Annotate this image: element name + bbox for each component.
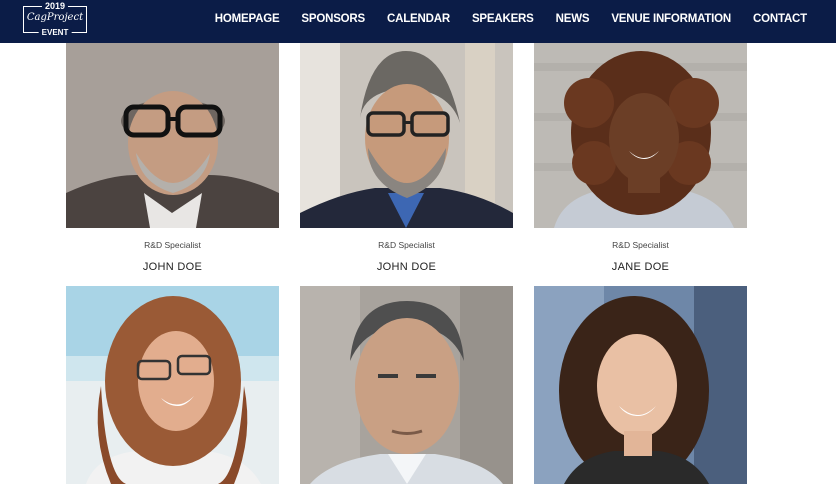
- event-logo[interactable]: 2019 CagProject EVENT: [23, 1, 87, 37]
- speaker-photo[interactable]: [300, 286, 513, 484]
- nav-sponsors[interactable]: SPONSORS: [301, 13, 365, 25]
- nav-calendar[interactable]: CALENDAR: [387, 13, 450, 25]
- nav-contact[interactable]: CONTACT: [753, 13, 807, 25]
- main-nav: HOMEPAGE SPONSORS CALENDAR SPEAKERS NEWS…: [193, 13, 807, 25]
- logo-year: 2019: [41, 1, 69, 11]
- speaker-photo[interactable]: [534, 43, 747, 228]
- speaker-photo[interactable]: [300, 43, 513, 228]
- top-navigation-bar: 2019 CagProject EVENT HOMEPAGE SPONSORS …: [0, 0, 836, 43]
- logo-event: EVENT: [38, 28, 72, 37]
- speaker-name[interactable]: JOHN DOE: [300, 261, 513, 273]
- speaker-photo[interactable]: [66, 286, 279, 484]
- nav-homepage[interactable]: HOMEPAGE: [215, 13, 280, 25]
- nav-news[interactable]: NEWS: [556, 13, 590, 25]
- speaker-name[interactable]: JOHN DOE: [66, 261, 279, 273]
- speaker-role: R&D Specialist: [378, 240, 435, 250]
- speaker-photo[interactable]: [534, 286, 747, 484]
- speaker-name[interactable]: JANE DOE: [534, 261, 747, 273]
- logo-name: CagProject: [26, 12, 84, 23]
- nav-venue-information[interactable]: VENUE INFORMATION: [611, 13, 731, 25]
- speaker-role: R&D Specialist: [612, 240, 669, 250]
- nav-speakers[interactable]: SPEAKERS: [472, 13, 534, 25]
- speaker-role: R&D Specialist: [144, 240, 201, 250]
- speaker-photo[interactable]: [66, 43, 279, 228]
